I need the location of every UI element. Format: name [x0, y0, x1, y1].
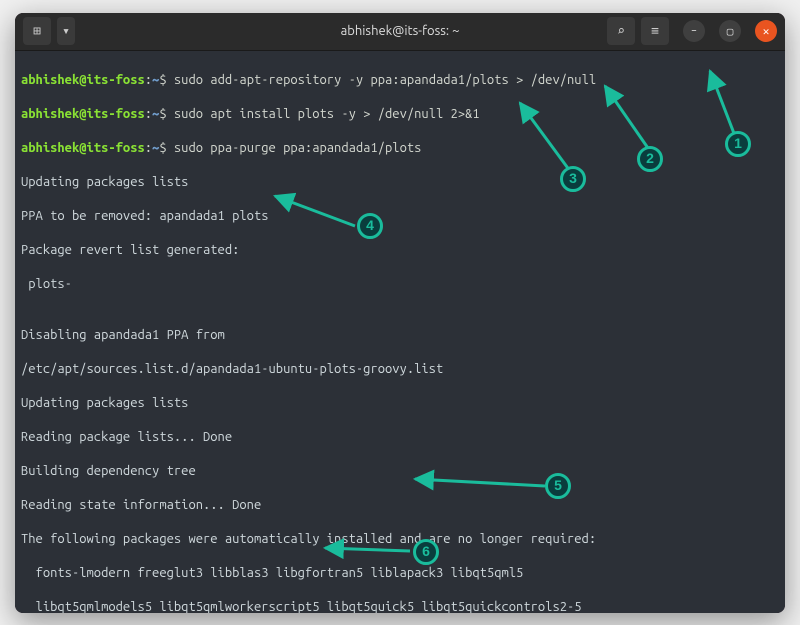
prompt-line-3: abhishek@its-foss:~$ sudo ppa-purge ppa:…: [21, 140, 779, 157]
prompt-line-1: abhishek@its-foss:~$ sudo add-apt-reposi…: [21, 72, 779, 89]
search-icon: ⌕: [617, 24, 625, 39]
output-line: Updating packages lists: [21, 174, 779, 191]
titlebar: ⊞ ▾ abhishek@its-foss: ~ ⌕ ≡ – ▢ ✕: [15, 13, 785, 51]
output-line: Reading state information... Done: [21, 497, 779, 514]
hamburger-menu-button[interactable]: ≡: [641, 17, 669, 45]
output-line: Reading package lists... Done: [21, 429, 779, 446]
close-button[interactable]: ✕: [755, 20, 777, 42]
menu-icon: ≡: [651, 24, 659, 39]
chevron-down-icon: ▾: [62, 24, 70, 39]
output-line: Disabling apandada1 PPA from: [21, 327, 779, 344]
prompt-symbol: $: [159, 73, 166, 87]
output-line: fonts-lmodern freeglut3 libblas3 libgfor…: [21, 565, 779, 582]
output-line: Building dependency tree: [21, 463, 779, 480]
new-tab-icon: ⊞: [33, 24, 41, 39]
output-line: PPA to be removed: apandada1 plots: [21, 208, 779, 225]
output-line: plots-: [21, 276, 779, 293]
output-line: /etc/apt/sources.list.d/apandada1-ubuntu…: [21, 361, 779, 378]
output-line: The following packages were automaticall…: [21, 531, 779, 548]
close-icon: ✕: [763, 25, 770, 38]
output-line: Package revert list generated:: [21, 242, 779, 259]
search-button[interactable]: ⌕: [607, 17, 635, 45]
output-line: libqt5qmlmodels5 libqt5qmlworkerscript5 …: [21, 599, 779, 613]
minimize-button[interactable]: –: [683, 20, 705, 42]
maximize-button[interactable]: ▢: [719, 20, 741, 42]
command-3: sudo ppa-purge ppa:apandada1/plots: [174, 141, 422, 155]
terminal-body[interactable]: abhishek@its-foss:~$ sudo add-apt-reposi…: [15, 51, 785, 613]
terminal-window: ⊞ ▾ abhishek@its-foss: ~ ⌕ ≡ – ▢ ✕ abhis…: [15, 13, 785, 613]
output-line: Updating packages lists: [21, 395, 779, 412]
tab-dropdown-button[interactable]: ▾: [57, 17, 75, 45]
maximize-icon: ▢: [727, 25, 734, 38]
command-1: sudo add-apt-repository -y ppa:apandada1…: [174, 73, 596, 87]
prompt-user: abhishek@its-foss: [21, 73, 145, 87]
command-2: sudo apt install plots -y > /dev/null 2>…: [174, 107, 480, 121]
new-tab-button[interactable]: ⊞: [23, 17, 51, 45]
prompt-line-2: abhishek@its-foss:~$ sudo apt install pl…: [21, 106, 779, 123]
minimize-icon: –: [691, 25, 697, 37]
